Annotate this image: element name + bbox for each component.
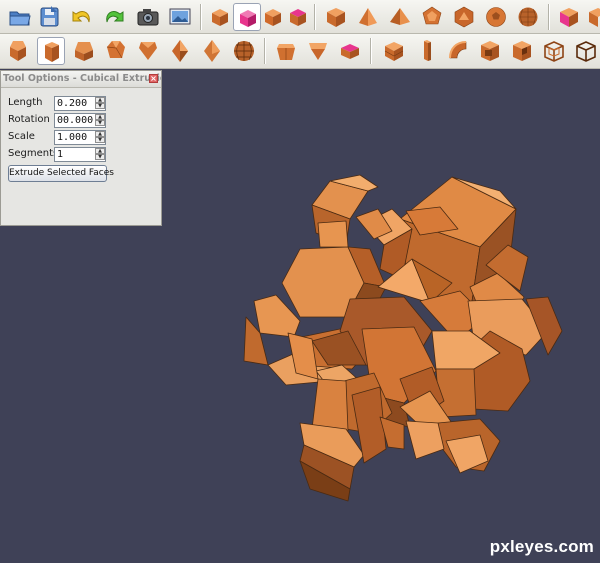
- tool-options-panel: Tool Options - Cubical Extrusion × Lengt…: [0, 70, 162, 226]
- icosahedron-icon[interactable]: [450, 3, 478, 31]
- torus-icon[interactable]: [444, 37, 472, 65]
- spin-down-icon[interactable]: ▼: [95, 103, 105, 109]
- cube-notch-icon[interactable]: [508, 37, 536, 65]
- soccerball-icon[interactable]: [482, 3, 510, 31]
- panel-title-bar[interactable]: Tool Options - Cubical Extrusion ×: [1, 71, 161, 88]
- geosphere-icon[interactable]: [230, 37, 258, 65]
- image-icon[interactable]: [166, 3, 194, 31]
- segments-spinner[interactable]: ▲ ▼: [95, 148, 105, 161]
- toolbar-separator: [314, 4, 316, 30]
- toolbar-separator: [264, 38, 266, 64]
- extrude-selected-faces-button[interactable]: Extrude Selected Faces: [8, 165, 114, 182]
- cube-highlight-icon[interactable]: [284, 3, 312, 31]
- spin-down-icon[interactable]: ▼: [95, 137, 105, 143]
- cube-cut-icon[interactable]: [304, 37, 332, 65]
- length-label: Length: [8, 97, 43, 108]
- cube-beveled-icon[interactable]: [37, 37, 65, 65]
- cube-highlight-icon[interactable]: [555, 3, 583, 31]
- scale-label: Scale: [8, 131, 35, 142]
- save-icon[interactable]: [36, 3, 64, 31]
- cube-extrude-icon[interactable]: [584, 3, 600, 31]
- rotation-spinner[interactable]: ▲ ▼: [95, 114, 105, 127]
- shapes-toolbar: [0, 34, 600, 69]
- open-folder-icon[interactable]: [6, 3, 34, 31]
- spin-down-icon[interactable]: ▼: [95, 154, 105, 160]
- spin-down-icon[interactable]: ▼: [95, 120, 105, 126]
- camera-icon[interactable]: [134, 3, 162, 31]
- segments-label: Segments: [8, 148, 59, 159]
- octahedron-icon[interactable]: [166, 37, 194, 65]
- sphere-icon[interactable]: [514, 3, 542, 31]
- pyramid-icon[interactable]: [386, 3, 414, 31]
- scale-spinner[interactable]: ▲ ▼: [95, 131, 105, 144]
- bipyramid-icon[interactable]: [198, 37, 226, 65]
- toolbar-separator: [200, 4, 202, 30]
- dodecahedron-icon[interactable]: [418, 3, 446, 31]
- cube-icon[interactable]: [4, 37, 32, 65]
- cube-face-icon[interactable]: [259, 3, 287, 31]
- cube-truncated-icon[interactable]: [70, 37, 98, 65]
- rotation-label: Rotation: [8, 114, 50, 125]
- redo-icon[interactable]: [100, 3, 128, 31]
- panel-title: Tool Options - Cubical Extrusion: [3, 73, 161, 84]
- toolbar-separator: [548, 4, 550, 30]
- wireframe-cube-icon[interactable]: [540, 37, 568, 65]
- cube-icon[interactable]: [322, 3, 350, 31]
- wireframe-box-icon[interactable]: [572, 37, 600, 65]
- length-spinner[interactable]: ▲ ▼: [95, 97, 105, 110]
- cube-highlight-icon[interactable]: [336, 37, 364, 65]
- cube-chamfered-icon[interactable]: [102, 37, 130, 65]
- quarter-cube-icon[interactable]: [380, 37, 408, 65]
- cube-extrude-icon[interactable]: [134, 37, 162, 65]
- prism-icon[interactable]: [272, 37, 300, 65]
- close-icon[interactable]: ×: [149, 74, 158, 83]
- watermark: pxleyes.com: [489, 537, 594, 556]
- cube-corner-icon[interactable]: [476, 37, 504, 65]
- tetrahedron-icon[interactable]: [354, 3, 382, 31]
- main-toolbar: [0, 0, 600, 34]
- cube-icon[interactable]: [206, 3, 234, 31]
- slab-icon[interactable]: [412, 37, 440, 65]
- toolbar-separator: [370, 38, 372, 64]
- undo-icon[interactable]: [68, 3, 96, 31]
- cube-selected-icon[interactable]: [233, 3, 261, 31]
